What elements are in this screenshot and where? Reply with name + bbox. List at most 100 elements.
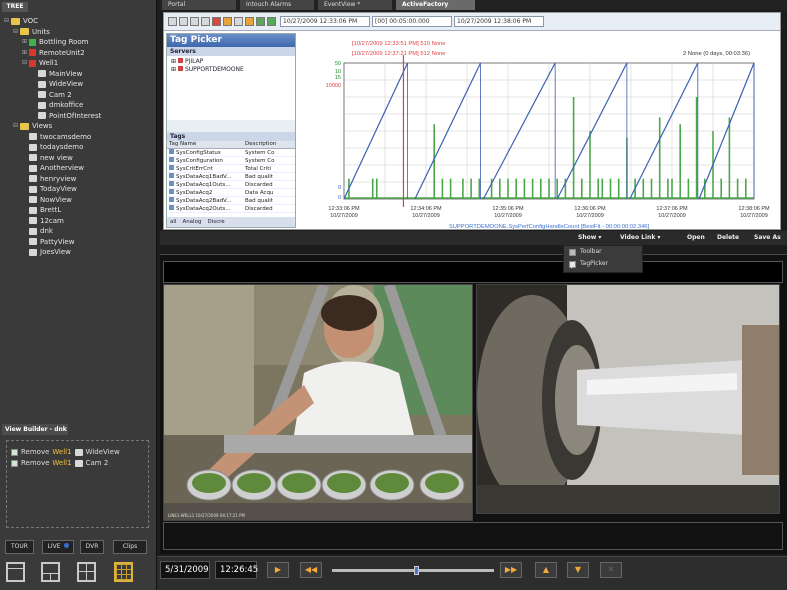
- tree-item[interactable]: todaysdemo: [22, 142, 83, 152]
- server-item[interactable]: ⊞ PJILAP: [171, 58, 291, 66]
- tree-item[interactable]: ⊟ Views: [13, 121, 52, 131]
- fullscreen-icon[interactable]: ✕: [600, 562, 622, 578]
- filter-all[interactable]: all: [170, 219, 176, 225]
- zoom-icon[interactable]: [179, 17, 188, 26]
- video-tile-empty[interactable]: [163, 261, 783, 283]
- table-row[interactable]: SysDataAcq2Outs... Discarded: [167, 205, 295, 213]
- rewind-icon[interactable]: [201, 17, 210, 26]
- expand-icon[interactable]: ⊟: [22, 58, 29, 68]
- tree-item[interactable]: BrettL: [22, 205, 61, 215]
- grid-layout-icon[interactable]: [77, 562, 96, 582]
- play-icon[interactable]: ▶: [267, 562, 289, 578]
- camera-feed-2[interactable]: [476, 284, 780, 514]
- view-builder-row[interactable]: Remove Well1 Cam 2: [11, 458, 108, 468]
- tree-item[interactable]: dmkoffice: [31, 100, 83, 110]
- tree-item[interactable]: WideView: [31, 79, 83, 89]
- clips-button[interactable]: Clips: [113, 540, 147, 554]
- filter-analog[interactable]: Analog: [182, 219, 201, 225]
- playback-date[interactable]: 5/31/2009: [160, 561, 210, 579]
- dvr-button[interactable]: DVR: [80, 540, 104, 554]
- live-button[interactable]: LIVE: [42, 540, 74, 554]
- table-row[interactable]: SysConfiguration System Co: [167, 157, 295, 165]
- tree-item[interactable]: PattyView: [22, 237, 74, 247]
- show-menu-button[interactable]: Show ▾: [578, 233, 601, 243]
- tab-portal[interactable]: Portal: [162, 0, 237, 10]
- chart-icon[interactable]: [168, 17, 177, 26]
- table-row[interactable]: SysDataAcq1BadV... Bad qualit: [167, 173, 295, 181]
- stop-icon[interactable]: [212, 17, 221, 26]
- save-as-button[interactable]: Save As: [754, 233, 781, 243]
- open-button[interactable]: Open: [687, 233, 705, 243]
- video-link-button[interactable]: Video Link ▾: [620, 233, 660, 243]
- start-time-field[interactable]: 10/27/2009 12:33:06 PM: [280, 16, 370, 27]
- checkbox[interactable]: [11, 459, 18, 467]
- tree-item[interactable]: JoesView: [22, 247, 71, 257]
- remove-label[interactable]: Remove: [21, 447, 49, 457]
- menu-item-toolbar[interactable]: Toolbar: [564, 246, 642, 258]
- tree-item[interactable]: Anotherview: [22, 163, 84, 173]
- expand-icon[interactable]: ⊞: [22, 48, 29, 58]
- step-up-icon[interactable]: ▲: [535, 562, 557, 578]
- table-row[interactable]: SysDataAcq1Outs... Discarded: [167, 181, 295, 189]
- duration-field[interactable]: [00] 00:05:00.000: [372, 16, 452, 27]
- table-row[interactable]: SysDataAcq2 Data Acqu: [167, 189, 295, 197]
- tree-item[interactable]: ⊟ VOC: [4, 16, 38, 26]
- checked-checkbox[interactable]: ✓: [569, 260, 576, 271]
- tree-item[interactable]: MainView: [31, 69, 82, 79]
- playback-time[interactable]: 12:26:45: [215, 561, 258, 579]
- refresh-icon[interactable]: [267, 17, 276, 26]
- tree-item[interactable]: henryview: [22, 174, 76, 184]
- forward-icon[interactable]: [234, 17, 243, 26]
- tree-item[interactable]: twocamsdemo: [22, 132, 91, 142]
- tree-item[interactable]: TodayView: [22, 184, 77, 194]
- table-row[interactable]: SysConfigStatus System Co: [167, 149, 295, 157]
- view-builder-tab[interactable]: View Builder - dnk: [2, 424, 68, 435]
- expand-icon[interactable]: ⊟: [13, 121, 20, 131]
- tab-intouch-alarms[interactable]: Intouch Alarms: [240, 0, 315, 10]
- check-icon[interactable]: [256, 17, 265, 26]
- end-time-field[interactable]: 10/27/2009 12:38:06 PM: [454, 16, 544, 27]
- step-down-icon[interactable]: ▼: [567, 562, 589, 578]
- server-item[interactable]: ⊞ SUPPORTDEMOONE: [171, 66, 291, 74]
- trend-chart[interactable]: [10/27/2009 12:33:51 PM] 510 None [10/27/…: [302, 33, 778, 229]
- tab-eventview[interactable]: EventView *: [318, 0, 393, 10]
- playback-slider[interactable]: [332, 566, 494, 575]
- tour-button[interactable]: TOUR: [5, 540, 34, 554]
- tree-item[interactable]: Cam 2: [31, 90, 72, 100]
- tree-item[interactable]: ⊞ Bottling Room: [22, 37, 89, 47]
- rewind-icon[interactable]: ◀◀: [300, 562, 322, 578]
- record-icon[interactable]: [223, 17, 232, 26]
- many-camera-layout-icon[interactable]: [114, 562, 133, 582]
- table-row[interactable]: SysCritErrCnt Total Criti: [167, 165, 295, 173]
- menu-item-tagpicker[interactable]: ✓ TagPicker: [564, 258, 642, 271]
- slider-handle[interactable]: [413, 566, 419, 575]
- pan-icon[interactable]: [190, 17, 199, 26]
- tree-tab[interactable]: TREE: [2, 2, 28, 12]
- tab-activefactory[interactable]: ActiveFactory: [396, 0, 476, 10]
- filter-discrete[interactable]: Discre: [207, 219, 224, 225]
- tree-item[interactable]: dnk: [22, 226, 53, 236]
- view-builder-row[interactable]: Remove Well1 WideView: [11, 447, 120, 457]
- tree-item[interactable]: NowView: [22, 195, 72, 205]
- expand-icon[interactable]: ⊞: [22, 37, 29, 47]
- tree-item[interactable]: PointOfInterest: [31, 111, 101, 121]
- column-header[interactable]: Description: [245, 141, 287, 148]
- checkbox[interactable]: [11, 448, 18, 456]
- pause-icon[interactable]: [245, 17, 254, 26]
- single-layout-icon[interactable]: [6, 562, 25, 582]
- checkbox[interactable]: [569, 248, 576, 256]
- video-tile-empty-bottom[interactable]: [163, 522, 783, 550]
- tree-item[interactable]: ⊟ Well1: [22, 58, 58, 68]
- fast-forward-icon[interactable]: ▶▶: [500, 562, 522, 578]
- tree-item[interactable]: ⊞ RemoteUnit2: [22, 48, 85, 58]
- quad-bottom-layout-icon[interactable]: [41, 562, 60, 582]
- delete-button[interactable]: Delete: [717, 233, 739, 243]
- tree-item[interactable]: new view: [22, 153, 73, 163]
- expand-icon[interactable]: ⊟: [4, 16, 11, 26]
- expand-icon[interactable]: ⊟: [13, 27, 20, 37]
- tree-item[interactable]: ⊟ Units: [13, 27, 50, 37]
- camera-feed-1[interactable]: LINE1-WELL1 10/27/2009 04:17:21 PM: [163, 284, 473, 521]
- column-header[interactable]: Tag Name: [167, 141, 245, 148]
- table-row[interactable]: SysDataAcq2BadV... Bad qualit: [167, 197, 295, 205]
- remove-label[interactable]: Remove: [21, 458, 49, 468]
